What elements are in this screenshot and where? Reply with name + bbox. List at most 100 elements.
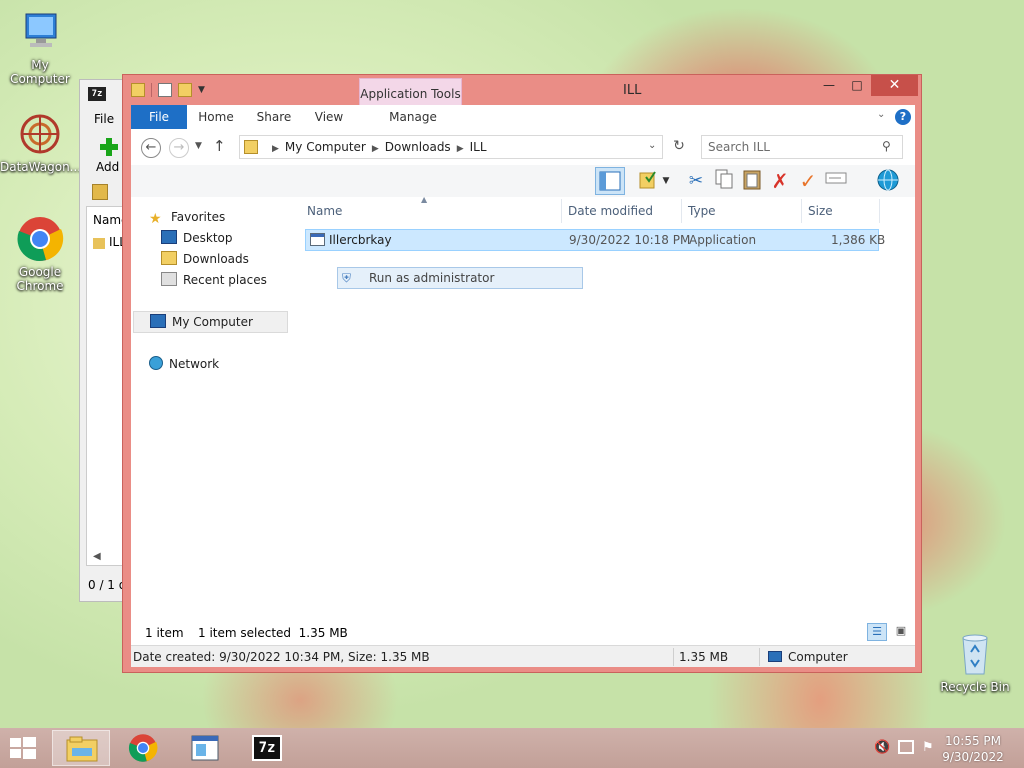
paste-icon[interactable] bbox=[739, 168, 765, 194]
file-explorer-icon bbox=[66, 736, 98, 762]
breadcrumb-downloads[interactable]: Downloads bbox=[385, 140, 451, 154]
forward-button[interactable]: → bbox=[169, 138, 189, 158]
preview-pane-icon[interactable] bbox=[595, 167, 625, 195]
nav-item-my-computer[interactable]: My Computer bbox=[133, 311, 288, 333]
file-list: ▲ Name Date modified Type Size Illercbrk… bbox=[301, 195, 915, 621]
folder-options-icon[interactable] bbox=[635, 168, 661, 194]
file-date-modified: 9/30/2022 10:18 PM bbox=[569, 233, 691, 247]
system-clock[interactable]: 10:55 PM 9/30/2022 bbox=[938, 733, 1008, 765]
up-button[interactable]: ↑ bbox=[213, 137, 226, 155]
menu-file[interactable]: File bbox=[94, 112, 114, 126]
clock-time: 10:55 PM bbox=[945, 734, 1001, 748]
chrome-icon bbox=[16, 215, 64, 263]
chevron-right-icon[interactable]: ▶ bbox=[372, 144, 379, 154]
nav-item-label: Desktop bbox=[183, 231, 233, 245]
folder-up-icon[interactable] bbox=[92, 184, 108, 200]
refresh-button[interactable]: ↻ bbox=[669, 138, 689, 158]
tab-view[interactable]: View bbox=[305, 105, 353, 129]
desktop-icon-label: DataWagon... bbox=[0, 160, 82, 174]
desktop-icon-label: Recycle Bin bbox=[940, 680, 1010, 694]
status-bar: Date created: 9/30/2022 10:34 PM, Size: … bbox=[131, 645, 915, 667]
minimize-button[interactable]: — bbox=[815, 75, 843, 96]
breadcrumb-my-computer[interactable]: My Computer bbox=[285, 140, 366, 154]
desktop-icon-label: My Computer bbox=[10, 58, 70, 86]
chevron-down-icon[interactable]: ▼ bbox=[659, 168, 673, 194]
computer-icon bbox=[768, 651, 782, 662]
search-input[interactable] bbox=[708, 137, 878, 157]
context-tab-application-tools: Application Tools bbox=[359, 78, 462, 105]
action-center-icon[interactable]: ⚑ bbox=[922, 740, 934, 755]
network-icon bbox=[149, 356, 163, 370]
search-box[interactable]: ⚲ bbox=[701, 135, 903, 159]
desktop-icon-datawagon[interactable]: DataWagon... bbox=[0, 110, 82, 174]
network-tray-icon[interactable] bbox=[898, 740, 914, 754]
column-header-type[interactable]: Type bbox=[682, 199, 802, 223]
tab-manage[interactable]: Manage bbox=[383, 105, 443, 129]
nav-item-label: Downloads bbox=[183, 252, 249, 266]
context-menu-run-as-administrator[interactable]: ⛨ Run as administrator bbox=[337, 267, 583, 289]
tab-file[interactable]: File bbox=[131, 105, 187, 129]
new-folder-icon[interactable] bbox=[178, 83, 192, 97]
taskbar-7zip[interactable]: 7z bbox=[238, 730, 296, 766]
tab-share[interactable]: Share bbox=[249, 105, 299, 129]
breadcrumb: ▶ My Computer ▶ Downloads ▶ ILL bbox=[266, 140, 487, 154]
recent-locations-icon[interactable]: ▼ bbox=[195, 141, 202, 151]
help-icon[interactable]: ? bbox=[895, 109, 911, 125]
breadcrumb-ill[interactable]: ILL bbox=[470, 140, 487, 154]
copy-icon[interactable] bbox=[711, 168, 737, 194]
item-count: 1 item bbox=[145, 626, 184, 640]
column-header-size[interactable]: Size bbox=[802, 199, 880, 223]
scroll-left-icon[interactable]: ◀ bbox=[93, 551, 101, 562]
column-header-name[interactable]: Name bbox=[301, 199, 562, 223]
address-dropdown-icon[interactable]: ⌄ bbox=[648, 140, 656, 151]
explorer-window[interactable]: ▼ Application Tools ILL — □ ✕ File Home … bbox=[122, 74, 922, 673]
chevron-right-icon[interactable]: ▶ bbox=[457, 144, 464, 154]
tab-home[interactable]: Home bbox=[191, 105, 241, 129]
nav-item-favorites[interactable]: ★ Favorites bbox=[149, 207, 225, 227]
start-button[interactable] bbox=[8, 736, 38, 760]
chevron-down-icon[interactable]: ▼ bbox=[198, 85, 205, 95]
desktop-icon-my-computer[interactable]: My Computer bbox=[0, 8, 80, 86]
file-row[interactable]: Illercbrkay 9/30/2022 10:18 PM Applicati… bbox=[305, 229, 885, 251]
address-field[interactable]: ▶ My Computer ▶ Downloads ▶ ILL ⌄ bbox=[239, 135, 663, 159]
details-view-button[interactable]: ☰ bbox=[867, 623, 887, 641]
command-toolbar: ▼ ✂ ✗ ✓ bbox=[131, 165, 915, 197]
computer-icon bbox=[16, 8, 64, 56]
context-menu-item-label: Run as administrator bbox=[369, 271, 495, 285]
globe-icon[interactable] bbox=[875, 168, 901, 194]
file-type: Application bbox=[689, 233, 757, 247]
add-button[interactable]: Add bbox=[96, 160, 119, 174]
recycle-bin-icon bbox=[951, 630, 999, 678]
taskbar-google-chrome[interactable] bbox=[114, 730, 172, 766]
search-icon[interactable]: ⚲ bbox=[882, 139, 891, 153]
taskbar-app-window[interactable] bbox=[176, 730, 234, 766]
window-title: ILL bbox=[623, 83, 642, 98]
close-button[interactable]: ✕ bbox=[871, 75, 918, 96]
add-plus-icon bbox=[98, 136, 120, 158]
rename-icon[interactable] bbox=[823, 168, 849, 194]
chevron-right-icon: ▶ bbox=[272, 144, 279, 154]
column-header-date-modified[interactable]: Date modified bbox=[562, 199, 682, 223]
delete-icon[interactable]: ✗ bbox=[767, 168, 793, 194]
desktop-icon-recycle-bin[interactable]: Recycle Bin bbox=[935, 630, 1015, 694]
content-area: ★ Favorites Desktop Downloads Recent plac… bbox=[131, 195, 915, 621]
nav-item-network[interactable]: Network bbox=[149, 354, 219, 374]
taskbar-file-explorer[interactable] bbox=[52, 730, 110, 766]
nav-item-desktop[interactable]: Desktop bbox=[161, 228, 233, 248]
nav-item-label: Network bbox=[169, 357, 220, 371]
desktop-icon-google-chrome[interactable]: Google Chrome bbox=[0, 215, 80, 293]
maximize-button[interactable]: □ bbox=[843, 75, 871, 96]
volume-muted-icon[interactable]: 🔇 bbox=[874, 740, 890, 755]
back-button[interactable]: ← bbox=[141, 138, 161, 158]
cut-icon[interactable]: ✂ bbox=[683, 168, 709, 194]
ribbon-expand-icon[interactable]: ⌄ bbox=[877, 109, 885, 120]
recent-places-icon bbox=[161, 272, 177, 286]
star-icon: ★ bbox=[149, 211, 162, 227]
nav-item-recent-places[interactable]: Recent places bbox=[161, 270, 267, 290]
nav-item-downloads[interactable]: Downloads bbox=[161, 249, 249, 269]
ribbon-tabs: File Home Share View Manage ⌄ ? bbox=[131, 105, 915, 129]
properties-icon[interactable] bbox=[158, 83, 172, 97]
checkmark-icon[interactable]: ✓ bbox=[795, 168, 821, 194]
large-icons-view-button[interactable]: ▣ bbox=[891, 623, 911, 641]
title-bar[interactable]: ▼ Application Tools ILL — □ ✕ bbox=[123, 75, 921, 105]
